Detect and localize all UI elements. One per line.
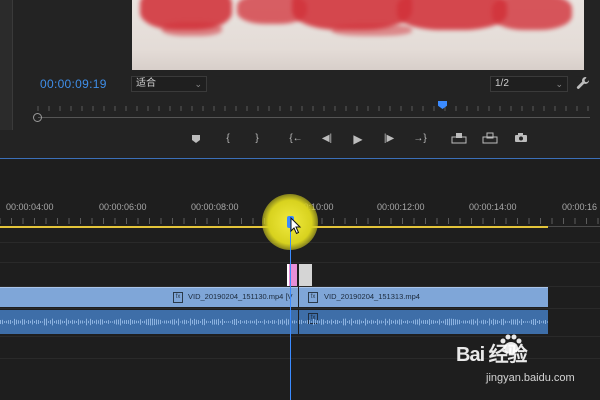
track-divider xyxy=(0,262,600,263)
video-clip[interactable]: fx VID_20190204_151313.mp4 xyxy=(299,287,548,307)
wrench-icon[interactable] xyxy=(576,76,590,93)
baidu-paw-icon xyxy=(500,334,522,354)
lift-button[interactable] xyxy=(450,132,468,147)
extract-button[interactable] xyxy=(481,132,499,147)
ruler-baseline xyxy=(548,226,600,227)
video-preview-frame xyxy=(132,0,584,70)
go-to-out-button[interactable]: →} xyxy=(411,133,429,144)
adjustment-clip[interactable] xyxy=(287,264,297,286)
camera-icon xyxy=(515,133,527,142)
audio-clip[interactable] xyxy=(0,310,298,334)
mark-out-button[interactable]: } xyxy=(248,133,266,144)
fit-zoom-select[interactable]: 适合 ⌄ xyxy=(131,76,207,92)
track-divider xyxy=(0,308,600,309)
go-to-in-button[interactable]: {← xyxy=(287,133,305,144)
ruler-timecode: 00:00:06:00 xyxy=(99,202,147,212)
cursor-arrow-icon xyxy=(290,217,302,235)
fx-badge: fx xyxy=(308,292,318,303)
play-button[interactable]: ▶ xyxy=(349,132,367,146)
fx-badge: fx xyxy=(173,292,183,303)
source-panel-edge xyxy=(0,0,13,130)
playhead-timecode[interactable]: 00:00:09:19 xyxy=(40,77,107,91)
add-marker-button[interactable] xyxy=(187,134,205,147)
clip-name: VID_20190204_151130.mp4 [V xyxy=(188,292,293,301)
monitor-time-ruler[interactable] xyxy=(36,98,592,112)
clip-name: VID_20190204_151313.mp4 xyxy=(324,292,420,301)
ruler-timecode: 00:00:16 xyxy=(562,202,598,212)
audio-clip[interactable]: fx xyxy=(299,310,548,334)
fit-zoom-value: 适合 xyxy=(136,78,156,89)
ruler-timecode: 00:00:12:00 xyxy=(377,202,425,212)
playhead-line[interactable] xyxy=(290,226,291,400)
export-frame-button[interactable] xyxy=(512,132,530,146)
mark-in-button[interactable]: { xyxy=(219,133,237,144)
watermark-url: jingyan.baidu.com xyxy=(486,372,575,384)
play-icon: ▶ xyxy=(353,132,363,146)
scrub-bar-start-handle[interactable] xyxy=(33,113,42,122)
scrub-bar[interactable] xyxy=(38,117,590,118)
step-forward-button[interactable]: |▶ xyxy=(380,133,398,144)
graphic-clip[interactable] xyxy=(299,264,312,286)
chevron-down-icon: ⌄ xyxy=(555,79,563,89)
ruler-timecode: 00:00:08:00 xyxy=(191,202,239,212)
add-marker-icon xyxy=(192,135,200,143)
chevron-down-icon: ⌄ xyxy=(194,79,202,89)
playback-resolution-select[interactable]: 1/2 ⌄ xyxy=(490,76,568,92)
playback-resolution-value: 1/2 xyxy=(495,78,509,89)
step-back-button[interactable]: ◀| xyxy=(318,133,336,144)
audio-waveform xyxy=(0,318,297,326)
ruler-timecode: 00:00:04:00 xyxy=(6,202,54,212)
audio-waveform xyxy=(299,318,548,326)
ruler-timecode: 00:00:14:00 xyxy=(469,202,517,212)
video-clip[interactable]: fx VID_20190204_151130.mp4 [V xyxy=(0,287,298,307)
